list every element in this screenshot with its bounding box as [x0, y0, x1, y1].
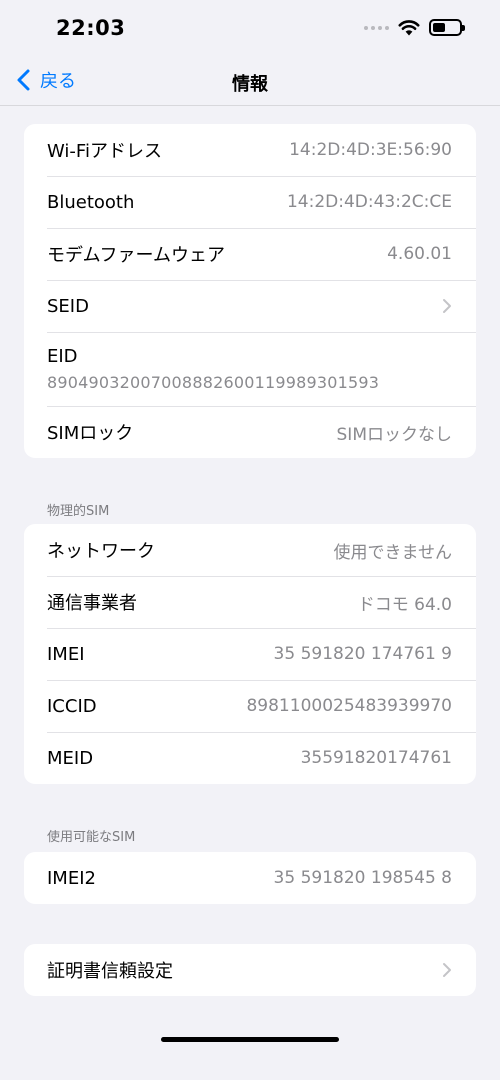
seid-row[interactable]: SEID — [24, 280, 476, 332]
navigation-bar: 戻る 情報 — [0, 60, 500, 106]
imei2-label: IMEI2 — [47, 867, 96, 889]
network-row: ネットワーク 使用できません — [24, 524, 476, 576]
status-icons — [364, 19, 465, 36]
bluetooth-row: Bluetooth 14:2D:4D:43:2C:CE — [24, 176, 476, 228]
about-screen: 22:03 戻る 情報 Wi-Fiアドレス 14:2D:4D:3E:56:90 … — [0, 0, 500, 1080]
seid-label: SEID — [47, 295, 89, 317]
iccid-row: ICCID 8981100025483939970 — [24, 680, 476, 732]
iccid-value: 8981100025483939970 — [246, 696, 452, 716]
certificate-trust-settings-row[interactable]: 証明書信頼設定 — [24, 944, 476, 996]
imei-label: IMEI — [47, 643, 85, 665]
page-title: 情報 — [232, 74, 268, 95]
device-info-group: Wi-Fiアドレス 14:2D:4D:3E:56:90 Bluetooth 14… — [24, 124, 476, 458]
available-sim-group: IMEI2 35 591820 198545 8 — [24, 852, 476, 904]
battery-level — [433, 23, 446, 32]
home-indicator[interactable] — [161, 1037, 339, 1042]
carrier-row: 通信事業者 ドコモ 64.0 — [24, 576, 476, 628]
available-sim-header: 使用可能なSIM — [47, 830, 136, 845]
eid-row: EID 89049032007008882600119989301593 — [24, 332, 476, 406]
network-value: 使用できません — [333, 542, 453, 563]
modem-firmware-label: モデムファームウェア — [47, 245, 226, 266]
physical-sim-header: 物理的SIM — [47, 504, 110, 519]
certificate-group: 証明書信頼設定 — [24, 944, 476, 996]
wifi-address-value: 14:2D:4D:3E:56:90 — [289, 140, 452, 160]
eid-label: EID — [47, 346, 78, 367]
modem-firmware-value: 4.60.01 — [387, 244, 452, 264]
wifi-icon — [398, 20, 420, 36]
sim-lock-value: SIMロックなし — [336, 424, 452, 445]
bluetooth-value: 14:2D:4D:43:2C:CE — [286, 192, 452, 212]
wifi-address-row: Wi-Fiアドレス 14:2D:4D:3E:56:90 — [24, 124, 476, 176]
meid-value: 35591820174761 — [300, 748, 452, 768]
certificate-trust-settings-label: 証明書信頼設定 — [47, 961, 173, 982]
imei2-row: IMEI2 35 591820 198545 8 — [24, 852, 476, 904]
wifi-address-label: Wi-Fiアドレス — [47, 141, 162, 162]
sim-lock-row: SIMロック SIMロックなし — [24, 406, 476, 458]
sim-lock-label: SIMロック — [47, 423, 134, 444]
imei-row: IMEI 35 591820 174761 9 — [24, 628, 476, 680]
battery-icon — [429, 19, 465, 36]
chevron-right-icon — [443, 963, 451, 977]
iccid-label: ICCID — [47, 695, 97, 717]
physical-sim-group: ネットワーク 使用できません 通信事業者 ドコモ 64.0 IMEI 35 59… — [24, 524, 476, 784]
imei-value: 35 591820 174761 9 — [273, 644, 452, 664]
carrier-label: 通信事業者 — [47, 593, 137, 614]
status-bar: 22:03 — [0, 0, 500, 60]
network-label: ネットワーク — [47, 541, 155, 562]
bluetooth-label: Bluetooth — [47, 191, 135, 213]
cellular-dots-icon — [364, 25, 389, 30]
chevron-right-icon — [443, 299, 451, 313]
eid-value: 89049032007008882600119989301593 — [47, 373, 380, 392]
imei2-value: 35 591820 198545 8 — [273, 868, 452, 888]
carrier-value: ドコモ 64.0 — [357, 594, 452, 615]
status-time: 22:03 — [56, 16, 126, 40]
meid-label: MEID — [47, 747, 94, 769]
meid-row: MEID 35591820174761 — [24, 732, 476, 784]
modem-firmware-row: モデムファームウェア 4.60.01 — [24, 228, 476, 280]
